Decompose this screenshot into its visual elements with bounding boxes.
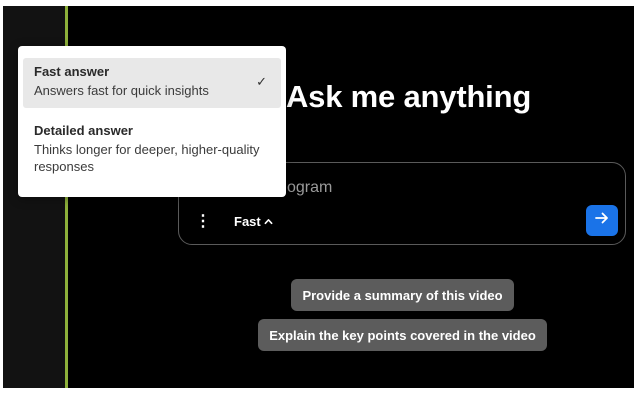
more-options-button[interactable]: ⋮ xyxy=(193,210,213,232)
option-fast-answer[interactable]: Fast answer Answers fast for quick insig… xyxy=(23,58,281,108)
option-title: Fast answer xyxy=(34,64,110,79)
chevron-up-icon xyxy=(264,214,273,229)
more-vertical-icon: ⋮ xyxy=(195,213,211,230)
option-description: Answers fast for quick insights xyxy=(34,83,209,98)
prompt-input[interactable]: ogram xyxy=(287,177,587,199)
option-detailed-answer[interactable]: Detailed answer Thinks longer for deeper… xyxy=(23,117,281,185)
option-title: Detailed answer xyxy=(34,123,133,138)
arrow-right-icon xyxy=(594,210,610,231)
answer-mode-label: Fast xyxy=(234,213,261,229)
answer-mode-dropdown: Fast answer Answers fast for quick insig… xyxy=(18,46,286,197)
send-button[interactable] xyxy=(586,205,618,236)
check-icon: ✓ xyxy=(256,74,267,89)
page-title: Ask me anything xyxy=(286,79,532,114)
answer-mode-button[interactable]: Fast xyxy=(234,212,273,230)
suggestion-key-points-chip[interactable]: Explain the key points covered in the vi… xyxy=(258,319,547,351)
suggestion-summary-chip[interactable]: Provide a summary of this video xyxy=(291,279,514,311)
window-bottom-border xyxy=(0,388,637,394)
option-description: Thinks longer for deeper, higher-quality… xyxy=(34,142,260,174)
